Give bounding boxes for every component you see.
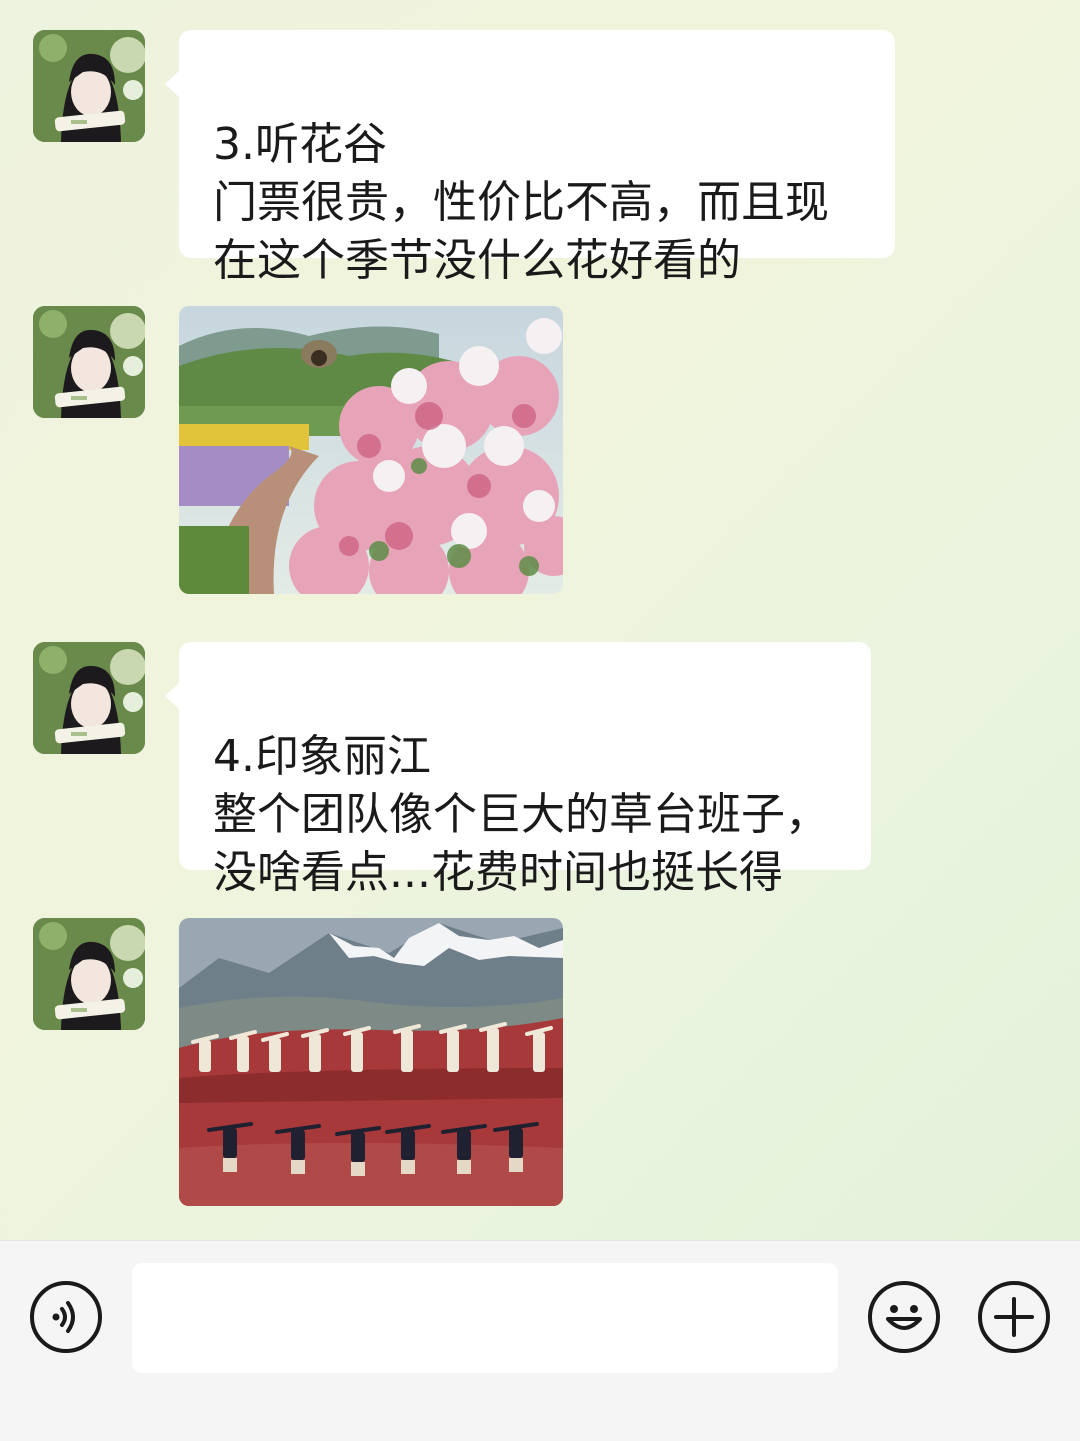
impression-lijiang-performance-photo [179,918,563,1206]
chat-input-bar [0,1240,1080,1441]
avatar-image [33,918,145,1030]
voice-icon [52,1301,75,1333]
hydrangea-garden-photo [179,306,563,594]
chat-area: 3.听花谷 门票很贵，性价比不高，而且现 在这个季节没什么花好看的 4.印象丽江… [0,0,1080,1240]
message-text: 4.印象丽江 整个团队像个巨大的草台班子， 没啥看点...花费时间也挺长得 [213,731,829,898]
message-bubble[interactable]: 3.听花谷 门票很贵，性价比不高，而且现 在这个季节没什么花好看的 [165,30,895,286]
avatar-image [33,30,145,142]
image-message[interactable] [179,918,563,1206]
image-message[interactable] [179,306,563,594]
avatar-image [33,642,145,754]
sender-avatar[interactable] [33,642,145,754]
emoji-icon [886,1305,922,1330]
emoji-button[interactable] [868,1281,940,1353]
message-text: 3.听花谷 门票很贵，性价比不高，而且现 在这个季节没什么花好看的 [213,119,829,286]
sender-avatar[interactable] [33,30,145,142]
message-input[interactable] [132,1263,838,1373]
plus-icon [994,1297,1034,1337]
sender-avatar[interactable] [33,306,145,418]
sender-avatar[interactable] [33,918,145,1030]
avatar-image [33,306,145,418]
voice-button[interactable] [30,1281,102,1353]
plus-button[interactable] [978,1281,1050,1353]
message-bubble[interactable]: 4.印象丽江 整个团队像个巨大的草台班子， 没啥看点...花费时间也挺长得 [165,642,871,898]
